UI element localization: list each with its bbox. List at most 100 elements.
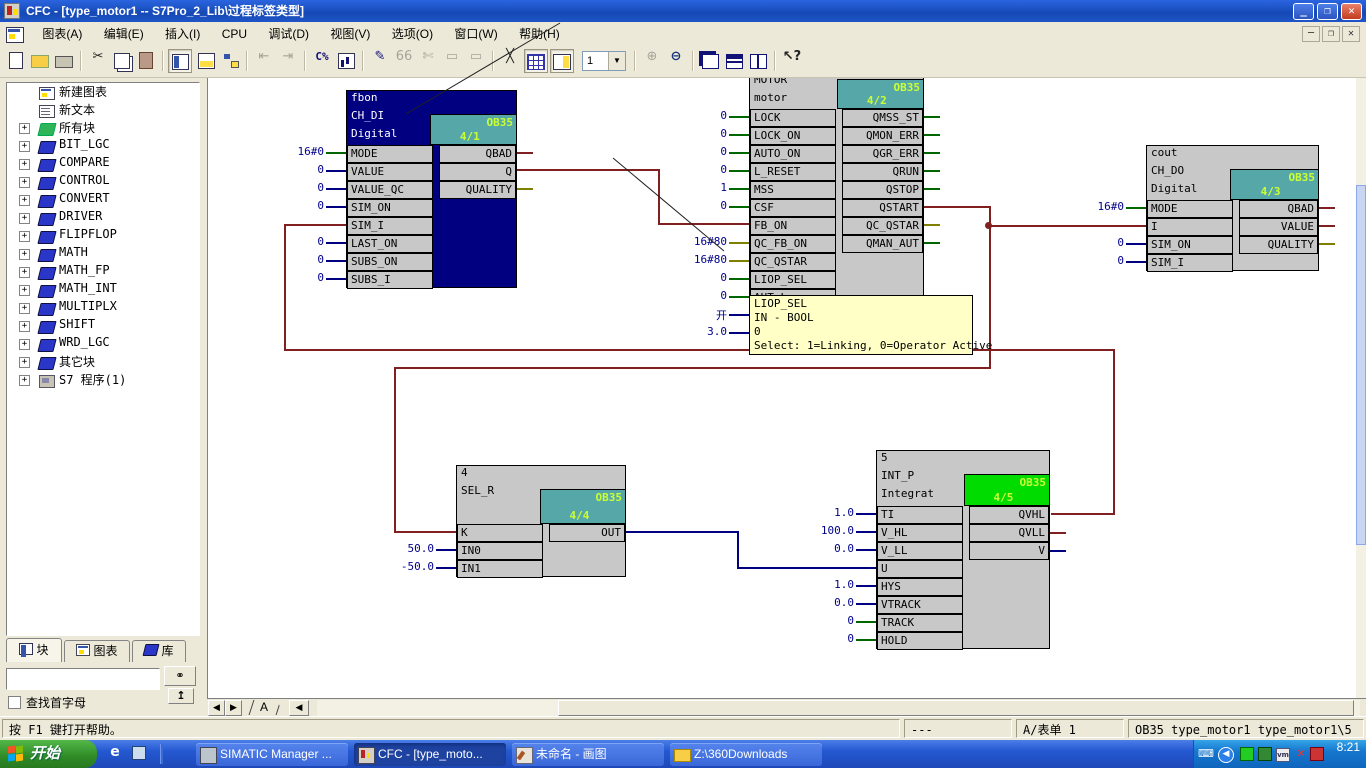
expand-icon[interactable]: + (19, 177, 30, 188)
mdi-restore-button[interactable]: ❐ (1322, 26, 1340, 42)
tab-charts[interactable]: 图表 (64, 640, 130, 662)
pin-value[interactable]: 1.0 (790, 578, 854, 594)
input-pin[interactable]: IN1 (457, 560, 543, 578)
tray-icon-vm[interactable]: vm (1276, 747, 1290, 761)
status-icon[interactable]: ▭ (464, 49, 488, 73)
output-pin[interactable]: V (969, 542, 1049, 560)
tree-item-all-blocks[interactable]: +所有块 (7, 119, 199, 137)
input-pin[interactable]: VALUE (347, 163, 433, 181)
pin-value[interactable]: 1 (663, 181, 727, 197)
sheet-number-select[interactable]: 1▼ (582, 51, 626, 71)
pin-value[interactable]: 0 (1060, 254, 1124, 270)
pin-value[interactable]: 0 (260, 253, 324, 269)
minimize-button[interactable]: _ (1293, 3, 1314, 20)
close-button[interactable]: ✕ (1341, 3, 1362, 20)
input-pin[interactable]: SUBS_I (347, 271, 433, 289)
pin-value[interactable]: 0 (663, 145, 727, 161)
tree-item-driver[interactable]: +DRIVER (7, 209, 199, 227)
compile-icon[interactable]: C% (310, 49, 334, 73)
pin-value[interactable]: 0 (663, 289, 727, 305)
input-pin[interactable]: K (457, 524, 543, 542)
chart-window-icon[interactable] (6, 27, 24, 43)
cfc-chart-canvas[interactable]: fbon CH_DI Digital OB35 4/1 MODE VALUE V… (207, 78, 1357, 698)
keyboard-tray-icon[interactable]: ⌨ (1198, 747, 1212, 761)
input-pin[interactable]: CSF (750, 199, 836, 217)
tile-horizontal-icon[interactable] (722, 49, 746, 73)
pin-value[interactable]: 0 (790, 632, 854, 648)
expand-icon[interactable]: + (19, 249, 30, 260)
jump-back-icon[interactable]: ⇤ (252, 49, 276, 73)
input-pin[interactable]: HOLD (877, 632, 963, 650)
output-pin[interactable]: VALUE (1239, 218, 1318, 236)
input-pin[interactable]: VALUE_QC (347, 181, 433, 199)
chart-properties-icon[interactable] (194, 49, 218, 73)
input-pin[interactable]: V_LL (877, 542, 963, 560)
sheet-next-button[interactable]: ▶ (225, 700, 242, 716)
expand-icon[interactable]: + (19, 267, 30, 278)
open-icon[interactable] (28, 49, 52, 73)
input-pin[interactable]: LOCK_ON (750, 127, 836, 145)
output-pin[interactable]: QMAN_AUT (842, 235, 923, 253)
help-icon[interactable]: ↖? (780, 49, 804, 73)
expand-icon[interactable]: + (19, 123, 30, 134)
input-pin[interactable]: SIM_ON (347, 199, 433, 217)
tray-icon-sync[interactable] (1258, 747, 1272, 761)
input-pin[interactable]: FB_ON (750, 217, 836, 235)
paste-icon[interactable] (134, 49, 158, 73)
tree-item-new-chart[interactable]: 新建图表 (7, 83, 199, 101)
cascade-windows-icon[interactable] (698, 49, 722, 73)
input-pin[interactable]: QC_QSTAR (750, 253, 836, 271)
tree-item-math-int[interactable]: +MATH_INT (7, 281, 199, 299)
input-pin[interactable]: LOCK (750, 109, 836, 127)
tree-item-control[interactable]: +CONTROL (7, 173, 199, 191)
pin-value[interactable]: 0 (260, 235, 324, 251)
task-simatic-manager[interactable]: SIMATIC Manager ... (196, 743, 348, 766)
pin-value[interactable]: 0.0 (790, 542, 854, 558)
update-crossed-icon[interactable]: ╳ (498, 49, 522, 73)
output-pin[interactable]: QVLL (969, 524, 1049, 542)
pin-value[interactable]: 16#80 (663, 253, 727, 269)
block-int-p[interactable]: 5 INT_P Integrat OB35 4/5 TI V_HL V_LL U… (876, 450, 1050, 649)
pin-value[interactable]: 3.0 (663, 325, 727, 341)
checkbox[interactable] (8, 696, 21, 709)
tree-item-math-fp[interactable]: +MATH_FP (7, 263, 199, 281)
start-button[interactable]: 开始 (0, 740, 97, 768)
expand-icon[interactable]: + (19, 375, 30, 386)
vertical-scrollbar[interactable] (1356, 78, 1366, 698)
output-pin[interactable]: Q (439, 163, 516, 181)
output-pin[interactable]: QC_QSTAR (842, 217, 923, 235)
pin-value[interactable]: 0 (790, 614, 854, 630)
expand-icon[interactable]: + (19, 285, 30, 296)
tree-item-convert[interactable]: +CONVERT (7, 191, 199, 209)
pin-value[interactable]: 0 (663, 163, 727, 179)
pin-value[interactable]: 0 (663, 127, 727, 143)
expand-icon[interactable]: + (19, 321, 30, 332)
search-input[interactable] (6, 668, 160, 690)
zoom-out-icon[interactable]: ⊖ (664, 49, 688, 73)
expand-icon[interactable]: + (19, 213, 30, 224)
comment-icon[interactable]: ▭ (440, 49, 464, 73)
expand-icon[interactable]: + (19, 303, 30, 314)
input-pin[interactable]: VTRACK (877, 596, 963, 614)
output-pin[interactable]: QMSS_ST (842, 109, 923, 127)
tree-item-new-text[interactable]: 新文本 (7, 101, 199, 119)
menu-view[interactable]: 视图(V) (321, 22, 379, 47)
quicklaunch-icon[interactable] (132, 746, 146, 760)
ie-quicklaunch-icon[interactable]: e (108, 745, 122, 759)
sheet-view-icon[interactable] (550, 49, 574, 73)
pin-value[interactable]: 开 (663, 307, 727, 323)
find-button[interactable]: ⚭ (164, 666, 196, 686)
input-pin[interactable]: MODE (1147, 200, 1233, 218)
pin-value[interactable]: 16#80 (663, 235, 727, 251)
expand-icon[interactable]: + (19, 339, 30, 350)
input-pin[interactable]: HYS (877, 578, 963, 596)
chevron-down-icon[interactable]: ▼ (608, 52, 625, 70)
input-pin[interactable]: SIM_I (1147, 254, 1233, 272)
tree-item-shift[interactable]: +SHIFT (7, 317, 199, 335)
horizontal-scrollbar[interactable] (317, 700, 1360, 716)
tree-item-other-blocks[interactable]: +其它块 (7, 353, 199, 371)
pin-value[interactable]: 0.0 (790, 596, 854, 612)
block-fbon[interactable]: fbon CH_DI Digital OB35 4/1 MODE VALUE V… (346, 90, 517, 288)
menu-edit[interactable]: 编辑(E) (95, 22, 153, 47)
tree-item-multiplx[interactable]: +MULTIPLX (7, 299, 199, 317)
